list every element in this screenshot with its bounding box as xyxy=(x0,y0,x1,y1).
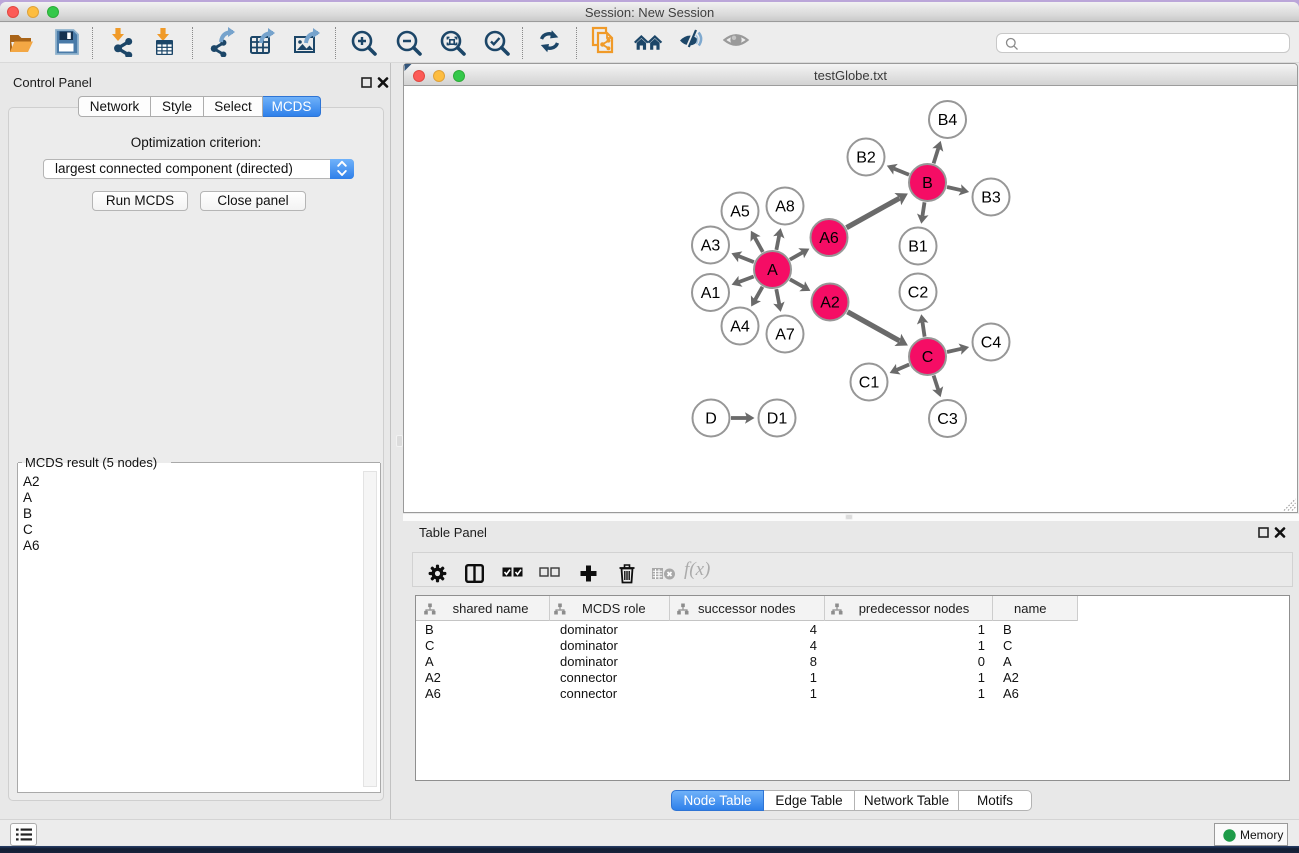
svg-text:B: B xyxy=(922,175,933,192)
svg-text:A5: A5 xyxy=(730,204,750,221)
svg-text:C1: C1 xyxy=(859,375,880,392)
svg-text:C: C xyxy=(922,349,934,366)
svg-text:A6: A6 xyxy=(819,230,839,247)
svg-text:B3: B3 xyxy=(981,190,1001,207)
svg-text:B2: B2 xyxy=(856,150,876,167)
svg-text:A7: A7 xyxy=(775,327,795,344)
svg-text:D: D xyxy=(705,411,717,428)
svg-text:A8: A8 xyxy=(775,199,795,216)
svg-text:B4: B4 xyxy=(938,112,958,129)
svg-text:C3: C3 xyxy=(937,411,958,428)
svg-text:A1: A1 xyxy=(701,285,721,302)
svg-text:A: A xyxy=(767,262,778,279)
svg-text:A3: A3 xyxy=(701,238,721,255)
svg-text:B1: B1 xyxy=(908,239,928,256)
svg-text:C2: C2 xyxy=(908,285,929,302)
svg-text:D1: D1 xyxy=(767,411,788,428)
svg-text:A2: A2 xyxy=(820,295,840,312)
svg-text:A4: A4 xyxy=(730,319,750,336)
svg-text:C4: C4 xyxy=(981,335,1002,352)
